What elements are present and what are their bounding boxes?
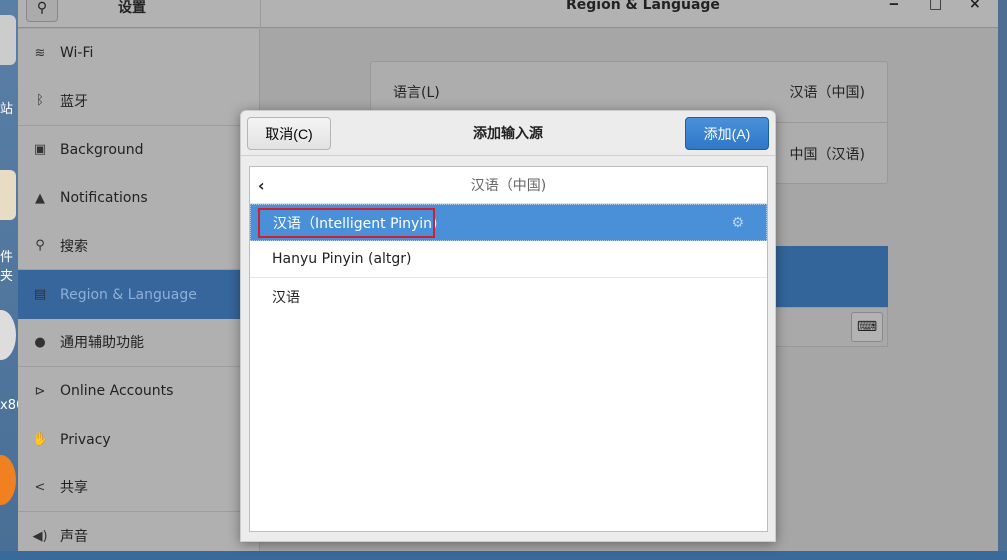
keyboard-layout-button[interactable]: ⌨ (851, 312, 883, 342)
desktop-label: 站 (0, 102, 14, 117)
sidebar-item-label: Online Accounts (60, 383, 174, 400)
list-item-label: Hanyu Pinyin (altgr) (272, 251, 412, 267)
region-icon: ▤ (33, 287, 47, 303)
maximize-button[interactable]: □ (929, 0, 942, 12)
search-icon: ⚲ (36, 0, 48, 16)
highlight-box (258, 208, 435, 238)
sidebar-item-background[interactable]: ▣ Background (18, 126, 259, 174)
sidebar-item-label: Privacy (60, 431, 111, 448)
trash-icon[interactable] (0, 15, 16, 65)
sidebar-item-label: 共享 (60, 480, 88, 497)
gears-icon: ⚙ (731, 214, 744, 231)
bluetooth-icon: ᛒ (36, 93, 44, 109)
search-button[interactable]: ⚲ (26, 0, 58, 22)
wifi-icon: ≋ (34, 45, 46, 61)
list-item[interactable]: 汉语（Intelligent Pinyin) ⚙ (250, 204, 767, 241)
sidebar-item-label: 通用辅助功能 (60, 335, 144, 352)
sidebar-item-6[interactable]: ● 通用辅助功能 (18, 319, 259, 368)
title-bar: ⚲ 设置 Region & Language ‒ □ × (18, 0, 998, 28)
firefox-icon[interactable] (0, 455, 16, 505)
list-item-label: 汉语 (272, 289, 300, 306)
desktop-label: 件夹 (0, 250, 14, 284)
sidebar-item-10[interactable]: ◀) 声音 (18, 512, 259, 560)
sidebar-item-9[interactable]: < 共享 (18, 464, 259, 512)
privacy-hand-icon: ✋ (32, 432, 49, 448)
sidebar-item-label: Notifications (60, 190, 148, 207)
share-icon: < (34, 479, 46, 495)
sidebar-item-region-language[interactable]: ▤ Region & Language (18, 270, 259, 319)
language-value: 汉语（中国) (789, 85, 865, 101)
accessibility-icon: ● (34, 334, 46, 350)
list-item[interactable]: 汉语 (250, 278, 767, 315)
sidebar-item-online-accounts[interactable]: ⊳ Online Accounts (18, 367, 259, 415)
language-label: 语言(L) (393, 85, 440, 101)
sidebar-item-label: Region & Language (60, 286, 197, 303)
keyboard-icon: ⌨ (856, 319, 878, 335)
sidebar-item-wi-fi[interactable]: ≋ Wi-Fi (18, 29, 259, 77)
sidebar-item-label: Background (60, 141, 144, 158)
search-icon: ⚲ (35, 238, 45, 254)
formats-value: 中国（汉语) (789, 146, 865, 163)
sound-icon: ◀) (32, 528, 48, 544)
dialog-header: 取消(C) 添加输入源 添加(A) (241, 111, 775, 156)
disc-icon[interactable] (0, 310, 16, 360)
sidebar: ≋ Wi-Fi ᛒ 蓝牙 ▣ Background ▲ Notifications ⚲ 搜索 ▤ Re… (18, 29, 260, 551)
add-button[interactable]: 添加(A) (685, 117, 769, 150)
input-source-list: ‹ 汉语（中国) 汉语（Intelligent Pinyin) ⚙ Hanyu … (249, 166, 768, 532)
panel-title: Region & Language (566, 0, 720, 13)
sidebar-item-4[interactable]: ⚲ 搜索 (18, 222, 259, 271)
sidebar-item-notifications[interactable]: ▲ Notifications (18, 174, 259, 222)
list-header-title: 汉语（中国) (470, 178, 547, 194)
desktop-strip: 站 件夹 x86 (0, 0, 24, 551)
sidebar-item-1[interactable]: ᛒ 蓝牙 (18, 77, 259, 126)
sidebar-item-label: Wi-Fi (60, 45, 94, 62)
desktop-edge (998, 0, 1007, 551)
divider (260, 0, 261, 28)
sidebar-item-label: 蓝牙 (60, 93, 88, 110)
close-button[interactable]: × (969, 0, 981, 12)
minimize-button[interactable]: ‒ (889, 0, 899, 12)
sidebar-item-privacy[interactable]: ✋ Privacy (18, 415, 259, 463)
home-folder-icon[interactable] (0, 170, 16, 220)
sidebar-item-label: 搜索 (60, 238, 88, 255)
add-input-source-dialog: 取消(C) 添加输入源 添加(A) ‹ 汉语（中国) 汉语（Intelligen… (240, 110, 776, 542)
background-icon: ▣ (33, 142, 47, 158)
sidebar-item-label: 声音 (60, 529, 88, 546)
back-chevron-icon[interactable]: ‹ (258, 176, 265, 195)
list-item[interactable]: Hanyu Pinyin (altgr) (250, 241, 767, 278)
bell-icon: ▲ (35, 190, 45, 206)
settings-title: 设置 (118, 0, 146, 16)
online-accounts-icon: ⊳ (34, 383, 46, 399)
list-header: ‹ 汉语（中国) (250, 167, 767, 204)
